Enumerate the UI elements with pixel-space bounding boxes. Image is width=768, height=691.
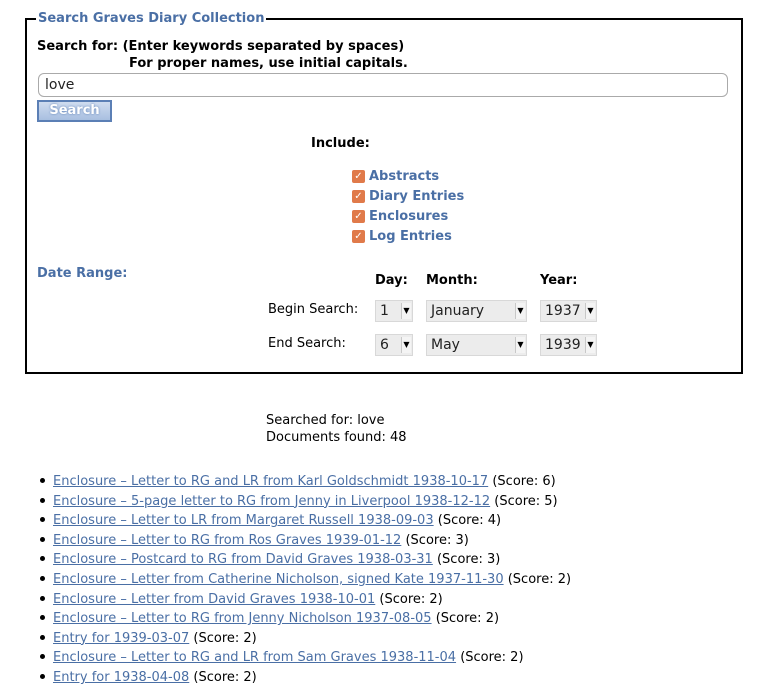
begin-month-value: January [431,303,485,319]
end-day-value: 6 [380,337,389,353]
dropdown-arrow-icon[interactable]: ▼ [515,337,525,353]
proper-names-hint: For proper names, use initial capitals. [129,56,408,71]
result-link[interactable]: Enclosure – Letter from David Graves 193… [53,592,375,607]
result-link[interactable]: Entry for 1939-03-07 [53,631,189,646]
result-link[interactable]: Enclosure – Letter to RG and LR from Sam… [53,650,456,665]
list-item: Enclosure – Letter to RG and LR from Sam… [36,648,571,668]
checkbox-label: Enclosures [369,208,449,224]
checkbox-log-entries[interactable]: ✓ Log Entries [352,227,452,245]
dropdown-arrow-icon[interactable]: ▼ [585,303,595,319]
result-score: (Score: 5) [494,493,558,509]
bullet-icon [40,575,45,581]
documents-found-text: Documents found: 48 [266,430,407,445]
result-link[interactable]: Enclosure – Letter from Catherine Nichol… [53,572,504,587]
result-score: (Score: 2) [379,591,443,607]
result-link[interactable]: Enclosure – 5-page letter to RG from Jen… [53,494,490,509]
checkbox-enclosures[interactable]: ✓ Enclosures [352,207,448,225]
result-score: (Score: 2) [435,611,500,627]
result-link[interactable]: Enclosure – Letter to RG from Jenny Nich… [53,611,432,626]
dropdown-arrow-icon[interactable]: ▼ [585,337,595,353]
include-label: Include: [311,136,370,151]
result-score: (Score: 4) [437,513,502,529]
checkbox-checked-icon[interactable]: ✓ [352,169,365,183]
result-link[interactable]: Enclosure – Letter to RG from Ros Graves… [53,533,401,548]
day-header: Day: [375,273,408,288]
result-link[interactable]: Entry for 1938-04-08 [53,670,189,685]
checkbox-abstracts[interactable]: ✓ Abstracts [352,167,439,185]
list-item: Enclosure – Letter to RG and LR from Kar… [36,472,571,492]
bullet-icon [40,497,45,503]
bullet-icon [40,478,45,483]
checkbox-checked-icon[interactable]: ✓ [352,229,365,243]
checkbox-label: Abstracts [369,168,440,184]
end-month-select[interactable]: May ▼ [426,334,527,356]
fieldset-legend: Search Graves Diary Collection [36,11,267,26]
search-button[interactable]: Search [37,100,112,122]
bullet-icon [40,595,45,601]
end-year-value: 1939 [545,337,581,353]
result-score: (Score: 6) [492,474,556,489]
begin-day-value: 1 [380,303,389,319]
result-score: (Score: 2) [193,669,257,685]
list-item: Enclosure – Letter from David Graves 193… [36,590,571,610]
dropdown-arrow-icon[interactable]: ▼ [401,303,411,319]
result-score: (Score: 2) [507,571,572,587]
searched-for-text: Searched for: love [266,413,385,428]
date-range-label: Date Range: [37,266,128,281]
bullet-icon [40,673,45,679]
end-day-select[interactable]: 6 ▼ [375,334,413,356]
list-item: Enclosure – Postcard to RG from David Gr… [36,550,571,570]
bullet-icon [40,556,45,562]
result-score: (Score: 3) [436,552,501,568]
checkbox-diary-entries[interactable]: ✓ Diary Entries [352,187,464,205]
result-score: (Score: 2) [460,650,524,666]
list-item: Enclosure – Letter to LR from Margaret R… [36,511,571,531]
list-item: Entry for 1939-03-07 (Score: 2) [36,629,571,649]
checkbox-checked-icon[interactable]: ✓ [352,189,365,203]
end-search-label: End Search: [268,336,346,351]
dropdown-arrow-icon[interactable]: ▼ [515,303,525,319]
search-input[interactable] [38,73,728,97]
checkbox-label: Log Entries [369,228,452,244]
begin-month-select[interactable]: January ▼ [426,300,527,322]
search-for-label: Search for: (Enter keywords separated by… [37,39,405,54]
result-score: (Score: 3) [405,532,469,548]
begin-year-value: 1937 [545,303,581,319]
bullet-icon [40,536,45,542]
list-item: Enclosure – Letter to RG from Ros Graves… [36,531,571,551]
month-header: Month: [426,273,478,288]
bullet-icon [40,517,45,523]
begin-year-select[interactable]: 1937 ▼ [540,300,597,322]
begin-day-select[interactable]: 1 ▼ [375,300,413,322]
result-link[interactable]: Enclosure – Letter to LR from Margaret R… [53,513,434,528]
list-item: Enclosure – 5-page letter to RG from Jen… [36,492,571,512]
end-month-value: May [431,337,460,353]
end-year-select[interactable]: 1939 ▼ [540,334,597,356]
checkbox-checked-icon[interactable]: ✓ [352,209,365,223]
result-link[interactable]: Enclosure – Postcard to RG from David Gr… [53,552,433,567]
bullet-icon [40,654,45,660]
list-item: Entry for 1938-04-08 (Score: 2) [36,668,571,688]
bullet-icon [40,615,45,621]
results-list: Enclosure – Letter to RG and LR from Kar… [36,472,571,688]
dropdown-arrow-icon[interactable]: ▼ [401,337,411,353]
begin-search-label: Begin Search: [268,302,359,317]
result-link[interactable]: Enclosure – Letter to RG and LR from Kar… [53,474,488,489]
result-score: (Score: 2) [193,630,257,646]
bullet-icon [40,634,45,640]
list-item: Enclosure – Letter to RG from Jenny Nich… [36,609,571,629]
checkbox-label: Diary Entries [369,188,465,204]
year-header: Year: [540,273,578,288]
list-item: Enclosure – Letter from Catherine Nichol… [36,570,571,590]
